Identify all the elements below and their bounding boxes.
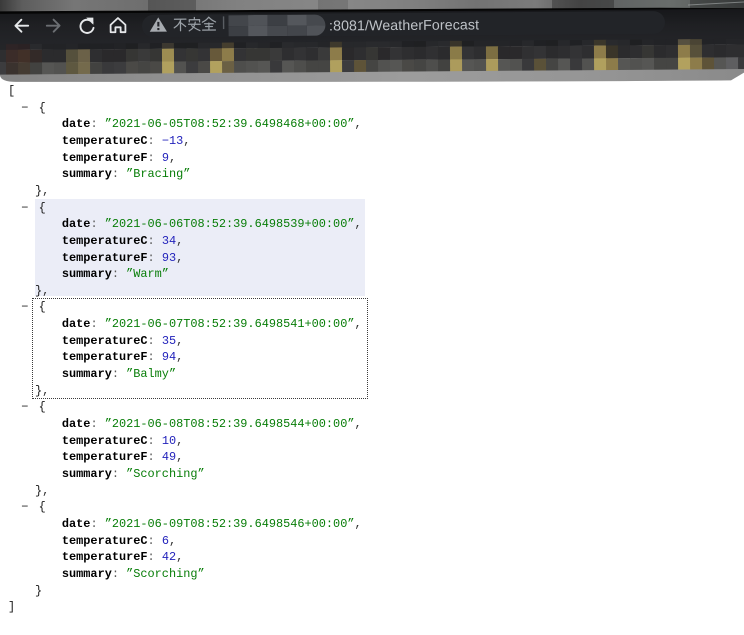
svg-text::8081/WeatherForecast: :8081/WeatherForecast — [329, 17, 479, 34]
